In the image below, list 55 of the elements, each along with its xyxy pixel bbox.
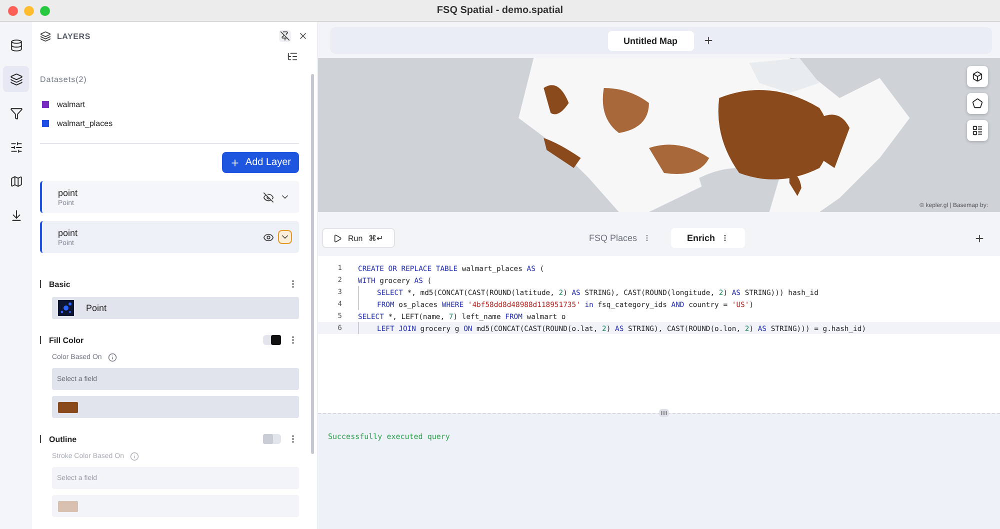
layer-name: point	[58, 188, 79, 198]
unpin-button[interactable]	[279, 30, 291, 42]
section-title: Outline	[48, 434, 78, 444]
layers-tab[interactable]	[3, 66, 29, 92]
layer-name: point	[58, 228, 79, 238]
close-icon	[298, 31, 308, 41]
layers-icon	[40, 30, 51, 42]
dataset-name[interactable]: walmart	[57, 100, 86, 109]
cube-icon	[972, 71, 983, 82]
color-picker[interactable]	[52, 495, 299, 517]
section-title: Fill Color	[48, 336, 85, 344]
pin-off-icon	[280, 31, 290, 41]
shortcut-hint: ⌘↵	[368, 234, 384, 242]
close-window-button[interactable]	[8, 6, 18, 16]
toggle-switch[interactable]	[263, 335, 281, 345]
layer-type-selector[interactable]: Point	[52, 297, 299, 319]
list-icon	[972, 125, 983, 136]
query-tab[interactable]: Enrich	[671, 228, 746, 248]
play-icon	[333, 234, 342, 242]
info-icon	[130, 452, 139, 461]
dataset-name[interactable]: walmart_places	[57, 119, 113, 128]
resize-handle[interactable]	[659, 409, 669, 417]
plus-icon	[702, 35, 714, 46]
database-icon	[10, 38, 22, 52]
section-title: Basic	[48, 280, 72, 288]
legend-button[interactable]	[967, 120, 988, 141]
map-icon	[10, 174, 22, 188]
list-tree-icon	[287, 51, 298, 62]
layer-list-button[interactable]	[286, 50, 299, 63]
pentagon-icon	[972, 98, 983, 109]
point-layer-icon	[58, 300, 74, 316]
map-tab[interactable]: Untitled Map	[608, 30, 694, 50]
visibility-toggle[interactable]	[262, 190, 275, 204]
expand-button[interactable]	[279, 231, 291, 243]
3d-view-button[interactable]	[967, 66, 988, 87]
draw-polygon-button[interactable]	[967, 93, 988, 114]
color-picker[interactable]	[52, 396, 299, 418]
toggle-switch[interactable]	[263, 434, 281, 444]
download-icon	[10, 208, 22, 222]
plus-icon	[974, 232, 985, 244]
filter-icon	[10, 106, 22, 120]
add-layer-button[interactable]: Add Layer	[222, 152, 299, 173]
eye-icon	[263, 232, 274, 242]
eye-off-icon	[263, 192, 274, 202]
close-button[interactable]	[297, 30, 309, 42]
plus-icon	[230, 158, 240, 168]
run-button[interactable]: Run ⌘↵	[322, 228, 395, 248]
grip-icon	[660, 409, 668, 417]
datasets-label: Datasets(2)	[40, 75, 87, 84]
layers-icon	[10, 72, 22, 86]
query-tab[interactable]: FSQ Places	[572, 228, 667, 248]
sliders-icon	[10, 140, 22, 154]
panel-title: LAYERS	[57, 32, 92, 40]
window-title: FSQ Spatial - demo.spatial	[436, 5, 564, 16]
info-icon	[108, 353, 117, 362]
